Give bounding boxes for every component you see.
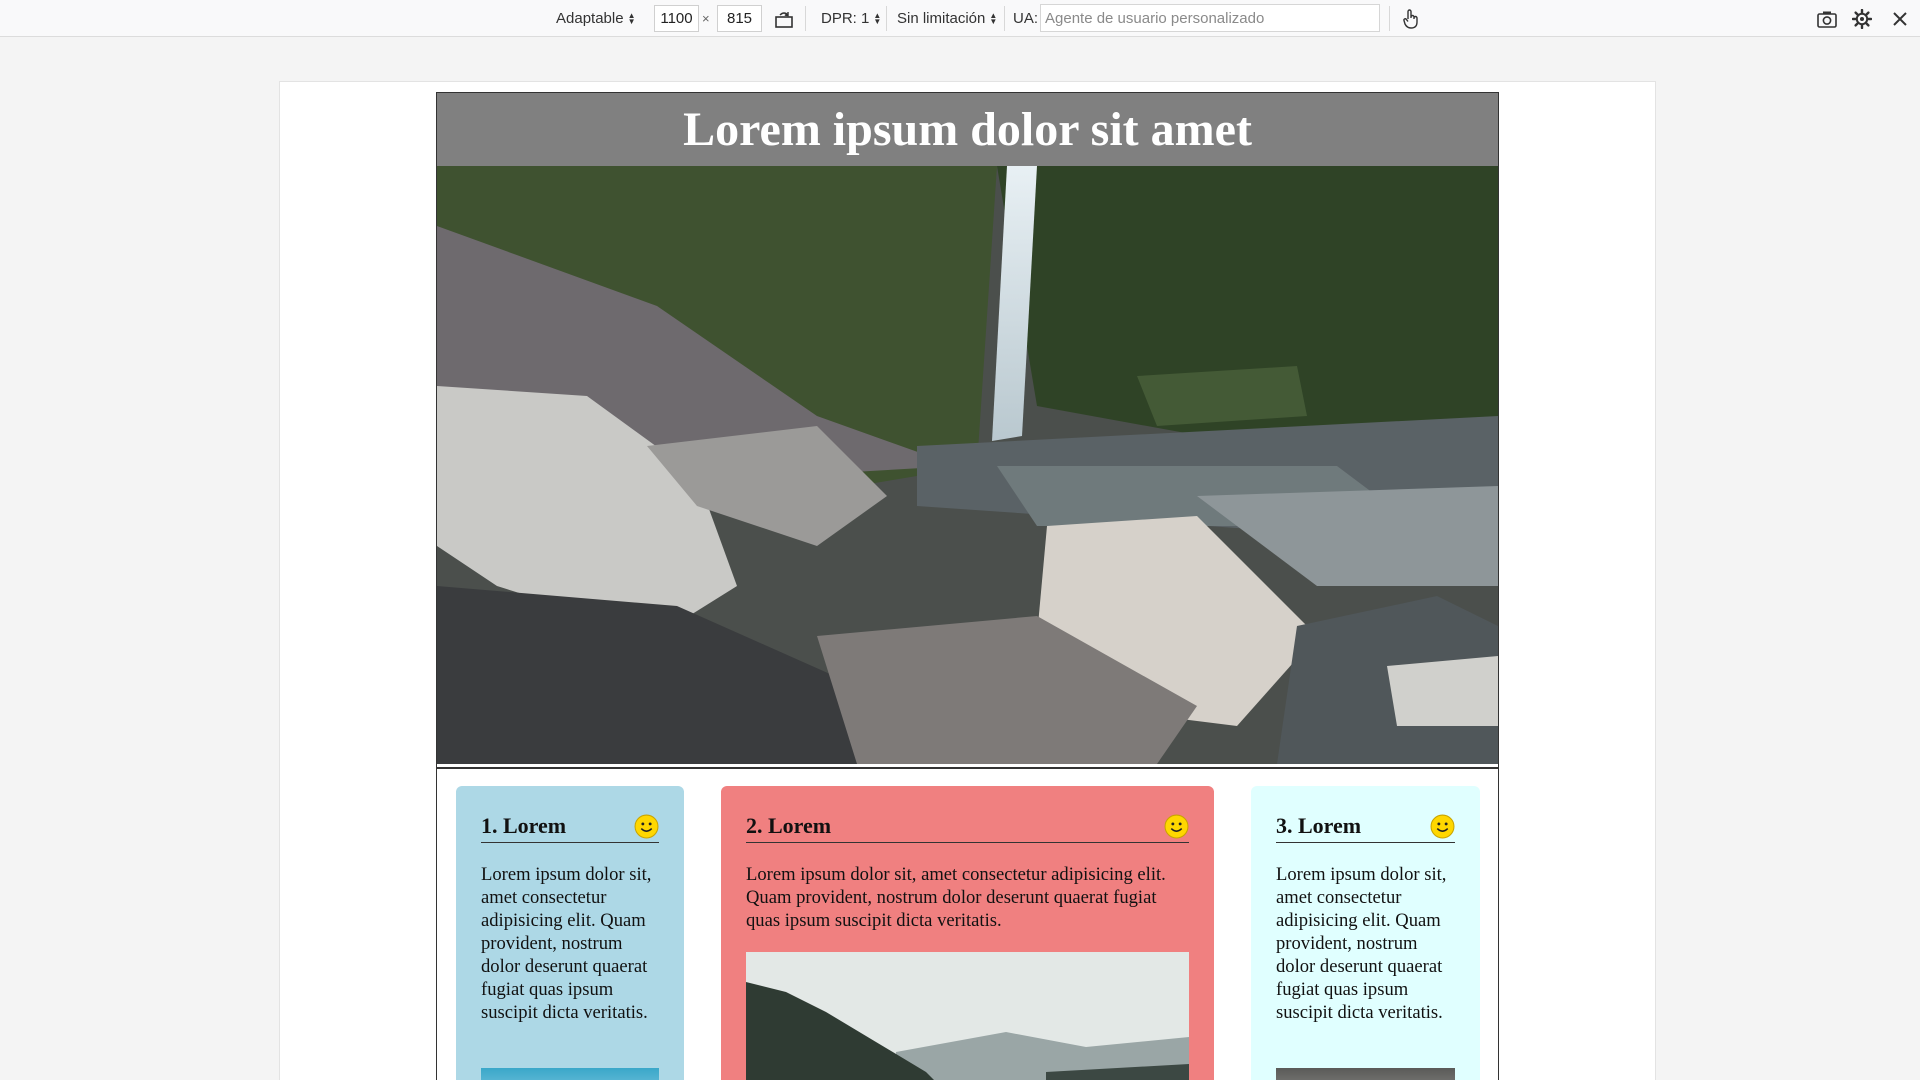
network-throttling-selector[interactable]: Sin limitación ▲ ▼ (897, 0, 997, 37)
screenshot-button[interactable] (1813, 5, 1841, 33)
toolbar-separator (805, 6, 806, 31)
throttling-label: Sin limitación (897, 10, 986, 27)
dpr-label: DPR: 1 (821, 10, 870, 27)
card-image-forest-lake (746, 952, 1189, 1080)
card-title: 2. Lorem (746, 813, 832, 838)
rotate-icon (775, 12, 793, 28)
dimension-separator: × (702, 11, 710, 26)
forest-lake-illustration (746, 952, 1189, 1080)
smiley-icon (1430, 814, 1455, 838)
page-header: Lorem ipsum dolor sit amet (437, 93, 1498, 166)
card-text: Lorem ipsum dolor sit, amet consectetur … (746, 864, 1166, 931)
smiley-icon (1164, 814, 1189, 838)
hero-image-waterfall (437, 166, 1498, 764)
responsive-design-toolbar: Adaptable ▲ ▼ 1100 × 815 DPR: 1 ▲ ▼ Sin li… (0, 0, 1920, 37)
card-text: Lorem ipsum dolor sit, amet consectetur … (1276, 864, 1447, 1023)
card-3: 3. Lorem Lorem ipsum dolor sit, amet con… (1251, 786, 1480, 1080)
device-selector-label: Adaptable (556, 10, 624, 27)
toolbar-separator (1389, 6, 1390, 31)
card-header: 1. Lorem (481, 810, 659, 843)
device-selector[interactable]: Adaptable ▲ ▼ (556, 0, 635, 37)
user-agent-label: UA: (1013, 10, 1039, 27)
select-arrows-icon: ▲ ▼ (873, 10, 882, 26)
user-agent-input[interactable]: Agente de usuario personalizado (1040, 4, 1380, 32)
card-header: 3. Lorem (1276, 810, 1455, 843)
smiley-icon (634, 814, 659, 838)
hero-illustration (437, 166, 1498, 764)
toolbar-separator (1004, 6, 1005, 31)
settings-button[interactable] (1848, 5, 1876, 33)
touch-icon (1403, 9, 1418, 29)
close-rdm-button[interactable] (1886, 5, 1914, 33)
card-image (1276, 1068, 1455, 1080)
select-arrows-icon: ▲ ▼ (989, 10, 998, 26)
toolbar-separator (886, 6, 887, 31)
touch-simulation-button[interactable] (1397, 5, 1425, 33)
rotate-viewport-button[interactable] (770, 5, 798, 33)
card-text: Lorem ipsum dolor sit, amet consectetur … (481, 864, 652, 1023)
card-header: 2. Lorem (746, 810, 1189, 843)
settings-icon (1852, 9, 1872, 29)
select-arrows-icon: ▲ ▼ (627, 10, 636, 26)
viewport-height-input[interactable]: 815 (717, 5, 762, 32)
section-divider (437, 767, 1498, 769)
dpr-selector[interactable]: DPR: 1 ▲ ▼ (821, 0, 881, 37)
screenshot-icon (1817, 11, 1837, 28)
card-title: 1. Lorem (481, 813, 567, 838)
card-image (481, 1068, 659, 1080)
card-2: 2. Lorem Lorem ipsum dolor sit, amet con… (721, 786, 1214, 1080)
card-1: 1. Lorem Lorem ipsum dolor sit, amet con… (456, 786, 684, 1080)
close-icon (1893, 12, 1907, 26)
page-title: Lorem ipsum dolor sit amet (683, 103, 1252, 156)
card-title: 3. Lorem (1276, 813, 1362, 838)
viewport-width-input[interactable]: 1100 (654, 5, 699, 32)
web-page: Lorem ipsum dolor sit amet 1. Lorem Lore… (436, 92, 1499, 1080)
